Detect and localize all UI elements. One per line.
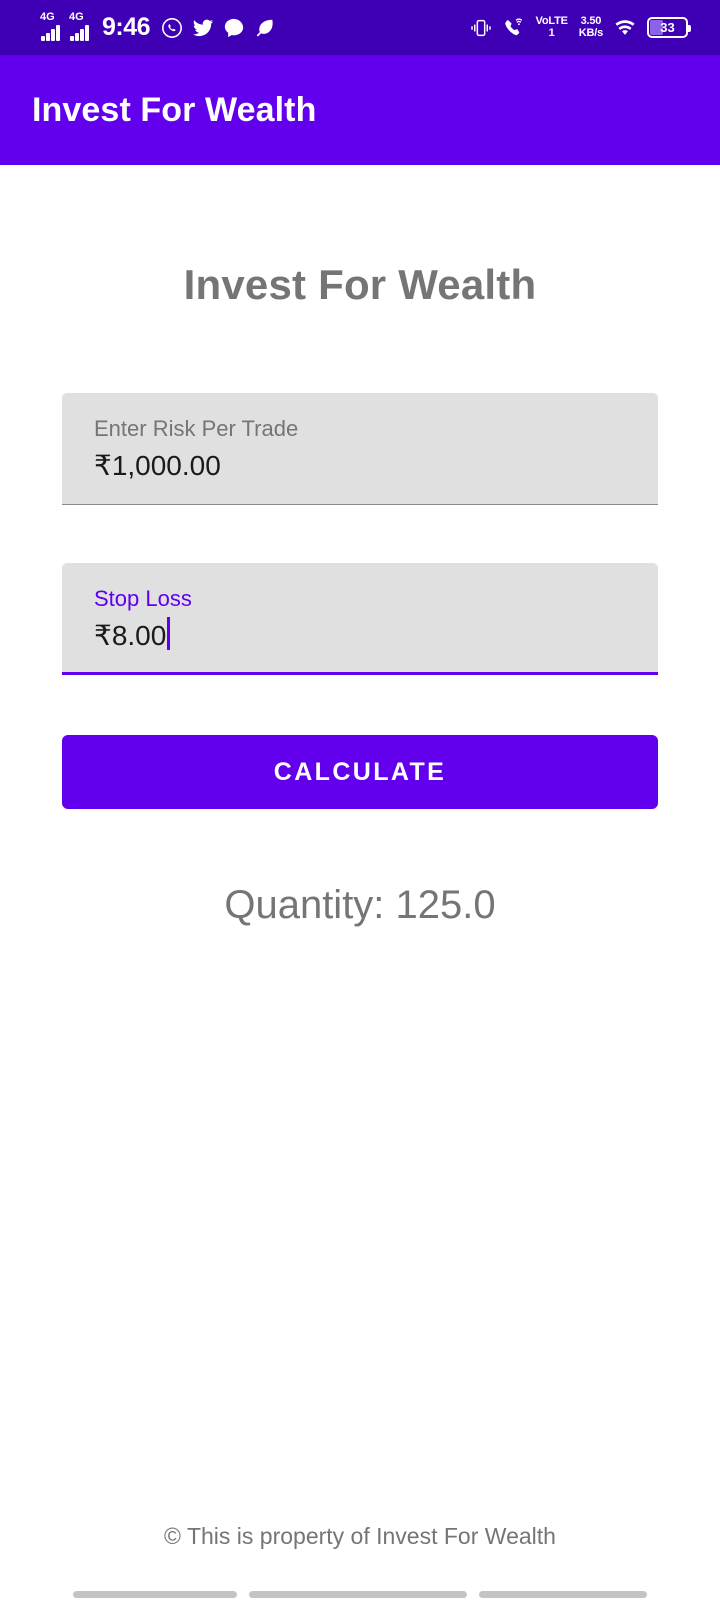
whatsapp-icon [161, 17, 183, 39]
stop-loss-label: Stop Loss [94, 586, 192, 611]
volte-indicator: VoLTE 1 [536, 16, 568, 38]
network-type-label-sim1: 4G [40, 10, 55, 23]
home-pill[interactable] [249, 1591, 467, 1598]
page-title: Invest For Wealth [183, 261, 537, 308]
volte-label-line2: 1 [548, 26, 555, 39]
calculator-form: Enter Risk Per Trade ₹1,000.00 Stop Loss… [0, 393, 720, 928]
risk-per-trade-field[interactable]: Enter Risk Per Trade ₹1,000.00 [62, 393, 658, 505]
footer-copyright: © This is property of Invest For Wealth [164, 1523, 556, 1549]
twitter-icon [192, 17, 214, 39]
signal-bars-icon-sim1 [40, 23, 60, 41]
recents-pill[interactable] [73, 1591, 237, 1598]
risk-per-trade-input[interactable]: ₹1,000.00 [94, 448, 626, 483]
stop-loss-input[interactable]: ₹8.00 [94, 616, 626, 653]
text-cursor [167, 616, 171, 650]
vibrate-icon [470, 17, 492, 39]
status-bar-right: VoLTE 1 3.50 KB/s 33 [470, 16, 691, 39]
phone-screen: 4G 4G 9:46 VoLTE 1 3.50 KB/s 33 Invest F… [0, 0, 720, 1600]
network-type-label-sim2: 4G [69, 10, 84, 23]
risk-per-trade-value: ₹1,000.00 [94, 449, 221, 481]
calculate-button[interactable]: CALCULATE [62, 735, 658, 809]
battery-indicator: 33 [647, 17, 691, 38]
signal-bars-icon-sim2 [69, 23, 89, 41]
android-navigation-bar [0, 1580, 720, 1600]
wifi-icon [614, 17, 636, 39]
signal-strength-sim2: 4G [69, 10, 89, 41]
main-content: Invest For Wealth Enter Risk Per Trade ₹… [0, 165, 720, 1600]
stop-loss-value: ₹8.00 [94, 619, 167, 651]
risk-per-trade-label: Enter Risk Per Trade [94, 416, 299, 441]
stop-loss-field[interactable]: Stop Loss ₹8.00 [62, 563, 658, 675]
data-rate-indicator: 3.50 KB/s [579, 16, 603, 38]
status-bar-left: 4G 4G 9:46 [40, 10, 276, 41]
status-bar: 4G 4G 9:46 VoLTE 1 3.50 KB/s 33 [0, 0, 720, 55]
signal-strength-sim1: 4G [40, 10, 60, 41]
battery-percent-label: 33 [660, 20, 675, 35]
chat-bubble-icon [223, 17, 245, 39]
quantity-result: Quantity: 125.0 [224, 883, 496, 927]
status-bar-clock: 9:46 [102, 13, 151, 41]
wifi-calling-icon [503, 17, 525, 39]
app-bar: Invest For Wealth [0, 55, 720, 165]
risk-per-trade-underline [62, 504, 658, 505]
data-rate-unit: KB/s [578, 26, 603, 39]
stop-loss-underline [62, 672, 658, 675]
leaf-icon [254, 17, 276, 39]
data-rate-value: 3.50 [580, 15, 602, 28]
volte-label-line1: VoLTE [535, 15, 568, 28]
field-spacer [62, 505, 658, 563]
app-bar-title: Invest For Wealth [32, 90, 317, 129]
back-pill[interactable] [479, 1591, 647, 1598]
